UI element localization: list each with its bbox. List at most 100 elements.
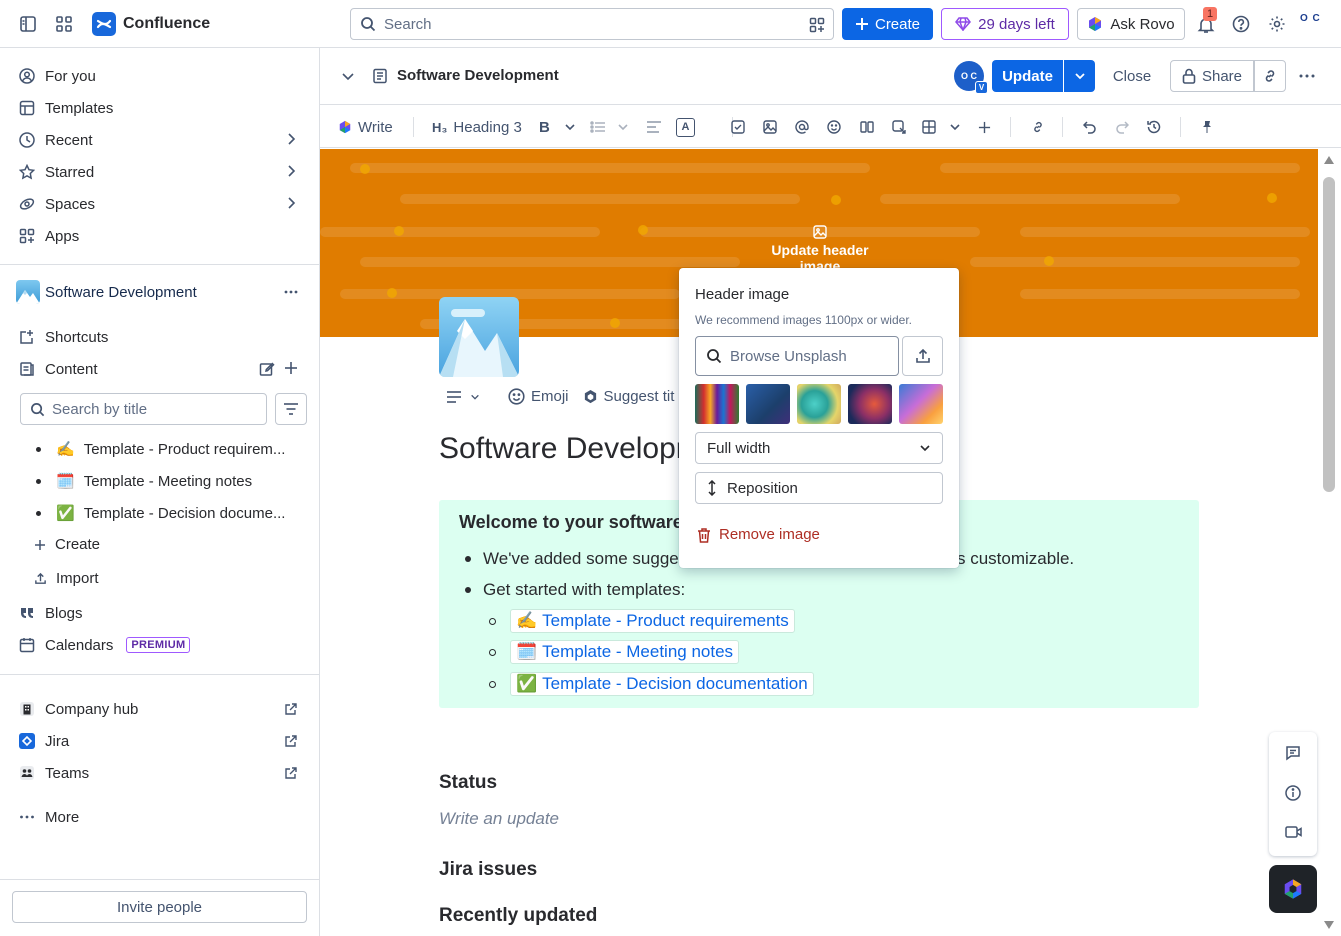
sidebar-item-spaces[interactable]: Spaces (18, 192, 95, 216)
scroll-down-arrow-icon[interactable] (1323, 920, 1335, 930)
alignment-dropdown[interactable] (446, 390, 480, 404)
template-link-decision-documentation[interactable]: ✅ Template - Decision documentation (489, 672, 814, 696)
text-color-icon[interactable]: A (676, 105, 695, 149)
write-mode-button[interactable]: Write (338, 105, 393, 149)
page-title-breadcrumb[interactable]: Software Development (372, 67, 559, 84)
insert-plus-icon[interactable] (978, 105, 991, 149)
list-chevron-icon[interactable] (617, 105, 629, 149)
trial-button[interactable]: 29 days left (941, 8, 1069, 40)
page-scrollbar[interactable] (1318, 149, 1341, 936)
unsplash-search-input[interactable]: Browse Unsplash (695, 336, 899, 376)
remove-image-button[interactable]: Remove image (697, 526, 820, 543)
create-button[interactable]: Create (842, 8, 933, 40)
settings-gear-icon[interactable] (1266, 13, 1288, 35)
info-icon[interactable] (1285, 785, 1301, 801)
sidebar-item-shortcuts[interactable]: Shortcuts (18, 325, 108, 349)
update-dropdown-button[interactable] (1064, 60, 1095, 92)
app-switcher-icon[interactable] (52, 12, 76, 36)
rovo-chat-button[interactable] (1269, 865, 1317, 913)
external-link-icon[interactable] (284, 766, 298, 780)
text-style-dropdown[interactable]: H₃ Heading 3 (432, 105, 522, 149)
space-header[interactable]: Software Development (16, 280, 197, 304)
redo-icon[interactable] (1115, 105, 1129, 149)
width-select[interactable]: Full width (695, 432, 943, 464)
title-search-input[interactable]: Search by title (20, 393, 267, 425)
reposition-button[interactable]: Reposition (695, 472, 943, 504)
sidebar-item-templates[interactable]: Templates (18, 96, 113, 120)
ask-rovo-button[interactable]: Ask Rovo (1077, 8, 1185, 40)
confluence-logo[interactable]: Confluence (92, 12, 210, 36)
version-history-icon[interactable] (1147, 105, 1161, 149)
header-image-option[interactable] (746, 384, 790, 424)
filter-grid-icon[interactable] (809, 17, 825, 33)
table-icon[interactable] (922, 105, 936, 149)
mention-icon[interactable] (795, 105, 809, 149)
bullet-list-icon[interactable] (590, 105, 606, 149)
sidebar-item-company-hub[interactable]: Company hub (18, 697, 138, 721)
align-left-icon[interactable] (646, 105, 662, 149)
import-link[interactable]: Import (34, 570, 99, 587)
tree-item-product-requirements[interactable]: ✍️ Template - Product requirem... (36, 440, 285, 458)
bold-button[interactable]: B (539, 105, 550, 149)
pin-toolbar-icon[interactable] (1200, 105, 1214, 149)
chevron-down-icon[interactable] (341, 69, 355, 83)
date-icon[interactable] (892, 105, 906, 149)
sidebar-item-starred[interactable]: Starred (18, 160, 94, 184)
layout-columns-icon[interactable] (860, 105, 874, 149)
scroll-up-arrow-icon[interactable] (1323, 155, 1335, 165)
share-button[interactable]: Share (1170, 60, 1254, 92)
sidebar-item-teams[interactable]: Teams (18, 761, 89, 785)
status-placeholder[interactable]: Write an update (439, 809, 559, 829)
more-formatting-chevron-icon[interactable] (564, 105, 576, 149)
suggest-title-button[interactable]: Suggest tit (583, 388, 674, 405)
header-image-option[interactable] (899, 384, 943, 424)
sidebar-item-blogs[interactable]: Blogs (18, 601, 83, 625)
chevron-right-icon[interactable] (284, 132, 298, 146)
emoji-icon[interactable] (827, 105, 841, 149)
help-icon[interactable] (1230, 13, 1252, 35)
undo-icon[interactable] (1083, 105, 1097, 149)
update-header-image-button[interactable]: Update header image (750, 225, 890, 274)
profile-avatar[interactable]: O C (1300, 13, 1321, 24)
action-item-icon[interactable] (731, 105, 745, 149)
copy-link-button[interactable] (1254, 60, 1286, 92)
chevron-right-icon[interactable] (284, 196, 298, 210)
video-icon[interactable] (1285, 825, 1302, 839)
invite-people-button[interactable]: Invite people (12, 891, 307, 923)
document-title[interactable]: Software Developm (439, 432, 701, 466)
scroll-thumb[interactable] (1323, 177, 1335, 492)
image-icon[interactable] (763, 105, 777, 149)
sidebar-toggle-icon[interactable] (16, 12, 40, 36)
header-image-option[interactable] (797, 384, 841, 424)
update-button[interactable]: Update (992, 60, 1063, 92)
external-link-icon[interactable] (284, 734, 298, 748)
close-button[interactable]: Close (1104, 60, 1160, 92)
link-icon[interactable] (1031, 105, 1045, 149)
more-options-icon[interactable] (283, 284, 299, 300)
sidebar-item-more[interactable]: More (18, 805, 79, 829)
sidebar-item-apps[interactable]: Apps (18, 224, 79, 248)
create-content-link[interactable]: Create (34, 536, 100, 553)
template-link-product-requirements[interactable]: ✍️ Template - Product requirements (489, 609, 795, 633)
tree-item-meeting-notes[interactable]: 🗓️ Template - Meeting notes (36, 472, 252, 490)
upload-image-button[interactable] (902, 336, 943, 376)
page-emoji-icon[interactable] (439, 297, 519, 377)
more-actions-icon[interactable] (1298, 68, 1316, 84)
edit-content-icon[interactable] (259, 361, 275, 377)
sidebar-item-for-you[interactable]: For you (18, 64, 96, 88)
sidebar-item-recent[interactable]: Recent (18, 128, 93, 152)
filter-button[interactable] (275, 393, 307, 425)
add-content-icon[interactable] (284, 361, 298, 375)
template-link-meeting-notes[interactable]: 🗓️ Template - Meeting notes (489, 640, 740, 664)
tree-item-decision-documentation[interactable]: ✅ Template - Decision docume... (36, 504, 285, 522)
header-image-option[interactable] (848, 384, 892, 424)
table-chevron-icon[interactable] (949, 105, 961, 149)
collaborator-avatar[interactable]: O C V (954, 61, 988, 94)
sidebar-item-jira[interactable]: Jira (18, 729, 69, 753)
global-search-input[interactable]: Search (350, 8, 834, 40)
comments-icon[interactable] (1285, 745, 1301, 761)
add-emoji-button[interactable]: Emoji (508, 388, 569, 405)
chevron-right-icon[interactable] (284, 164, 298, 178)
external-link-icon[interactable] (284, 702, 298, 716)
header-image-option[interactable] (695, 384, 739, 424)
